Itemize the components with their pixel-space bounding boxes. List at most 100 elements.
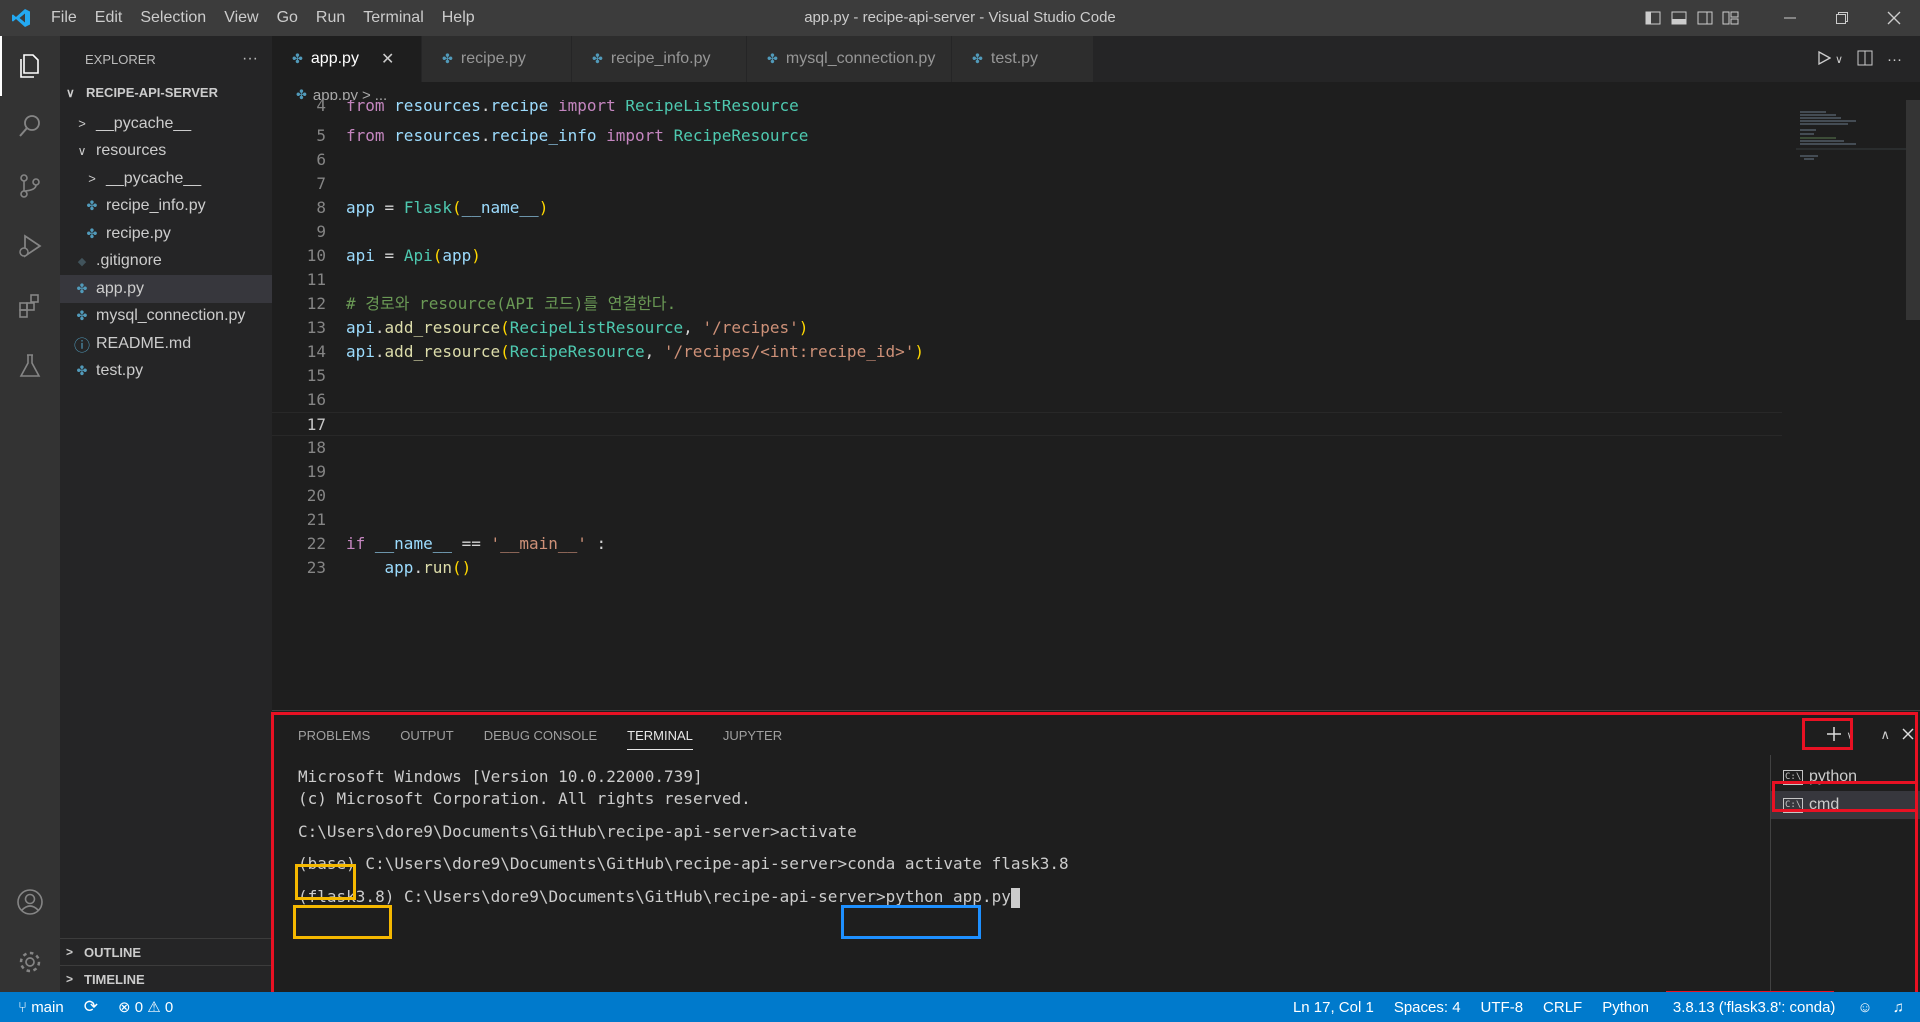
file-tree-item[interactable]: ◆ .gitignore	[60, 248, 272, 276]
testing-flask-icon[interactable]	[0, 336, 60, 396]
token: resources	[394, 100, 481, 115]
code-editor[interactable]: 4 from resources.recipe import RecipeList…	[272, 100, 1920, 710]
extensions-icon[interactable]	[0, 276, 60, 336]
token: Api	[403, 246, 433, 265]
toggle-primary-sidebar-icon[interactable]	[1640, 0, 1666, 36]
tab-mysql-connection-py[interactable]: ✤ mysql_connection.py	[747, 36, 952, 82]
branch-indicator[interactable]: ⑂ main	[18, 999, 64, 1016]
line-number: 21	[306, 510, 326, 529]
toggle-panel-icon[interactable]	[1666, 0, 1692, 36]
line-number: 4	[316, 100, 326, 115]
source-control-icon[interactable]	[0, 156, 60, 216]
title-bar: File Edit Selection View Go Run Terminal…	[0, 0, 1920, 36]
end-of-line[interactable]: CRLF	[1533, 999, 1592, 1016]
problems-indicator[interactable]: ⊗ 0 ⚠ 0	[118, 998, 173, 1016]
settings-gear-icon[interactable]	[0, 932, 60, 992]
indentation[interactable]: Spaces: 4	[1384, 999, 1471, 1016]
token: add_resource	[384, 342, 501, 361]
tab-recipe-info-py[interactable]: ✤ recipe_info.py	[572, 36, 747, 82]
token: from	[346, 100, 385, 115]
file-tree-item[interactable]: ✤ app.py	[60, 275, 272, 303]
code-line: 14 api.add_resource(RecipeResource, '/rec…	[272, 340, 1782, 364]
editor-scrollbar[interactable]	[1906, 100, 1920, 320]
python-file-icon: ✤	[76, 308, 88, 324]
warning-icon: ⚠	[147, 999, 161, 1016]
warning-count: 0	[164, 999, 174, 1016]
feedback-icon[interactable]: ☺	[1845, 999, 1884, 1016]
encoding[interactable]: UTF-8	[1471, 999, 1534, 1016]
token: from	[346, 126, 385, 145]
annotation-cmd-terminal-highlight	[1772, 781, 1918, 812]
menu-edit[interactable]: Edit	[86, 9, 132, 27]
more-actions-icon[interactable]: ···	[1887, 51, 1902, 68]
cursor-position[interactable]: Ln 17, Col 1	[1283, 999, 1384, 1016]
run-python-file-icon[interactable]	[1817, 50, 1832, 68]
menu-go[interactable]: Go	[268, 9, 307, 27]
run-debug-icon[interactable]	[0, 216, 60, 276]
file-tree-item[interactable]: ✤ mysql_connection.py	[60, 303, 272, 331]
menu-file[interactable]: File	[42, 9, 86, 27]
restore-icon[interactable]	[1816, 0, 1868, 36]
search-icon[interactable]	[0, 96, 60, 156]
gitignore-file-icon: ◆	[77, 255, 87, 268]
tab-test-py[interactable]: ✤ test.py	[952, 36, 1094, 82]
tab-label: app.py	[310, 50, 359, 67]
explorer-more-actions[interactable]: ···	[242, 50, 258, 68]
tab-recipe-py[interactable]: ✤ recipe.py	[422, 36, 572, 82]
notifications-bell-icon[interactable]: ♫	[1885, 999, 1920, 1016]
menu-view[interactable]: View	[215, 9, 267, 27]
menu-help[interactable]: Help	[433, 9, 484, 27]
file-tree: > __pycache__ ∨ resources > __pycache__ ✤ recip…	[60, 110, 272, 385]
file-tree-label: mysql_connection.py	[96, 307, 246, 325]
annotation-base-env-highlight	[295, 864, 356, 900]
python-interpreter[interactable]: 3.8.13 ('flask3.8': conda)	[1663, 999, 1846, 1016]
tab-app-py[interactable]: ✤ app.py ✕	[272, 36, 422, 82]
language-mode[interactable]: Python	[1592, 999, 1659, 1016]
accounts-icon[interactable]	[0, 872, 60, 932]
menu-run[interactable]: Run	[307, 9, 354, 27]
token: )	[538, 198, 549, 217]
workspace-root-folder[interactable]: ∨ RECIPE-API-SERVER	[60, 82, 272, 104]
code-line: 6	[272, 148, 1782, 172]
menu-selection[interactable]: Selection	[131, 9, 215, 27]
code-line: 5 from resources.recipe_info import Recip…	[272, 124, 1782, 148]
line-number: 15	[306, 366, 326, 385]
file-tree-item[interactable]: > __pycache__	[60, 165, 272, 193]
file-tree-item[interactable]: > __pycache__	[60, 110, 272, 138]
minimap[interactable]	[1796, 108, 1906, 168]
tab-label: recipe_info.py	[610, 50, 711, 67]
token: run	[423, 558, 452, 577]
close-tab-icon[interactable]: ✕	[381, 49, 394, 69]
file-tree-item[interactable]: ✤ recipe_info.py	[60, 193, 272, 221]
token: '/recipes'	[702, 318, 799, 337]
activity-bar	[0, 36, 60, 992]
timeline-section[interactable]: > TIMELINE	[60, 965, 272, 992]
code-line: 8 app = Flask(__name__)	[272, 196, 1782, 220]
file-tree-item[interactable]: ∨ resources	[60, 138, 272, 166]
line-number: 23	[306, 558, 326, 577]
explorer-sidebar: EXPLORER ··· ∨ RECIPE-API-SERVER > __pyca…	[60, 36, 272, 992]
toggle-secondary-sidebar-icon[interactable]	[1692, 0, 1718, 36]
file-tree-item[interactable]: ✤ recipe.py	[60, 220, 272, 248]
split-editor-icon[interactable]	[1857, 50, 1873, 69]
customize-layout-icon[interactable]	[1718, 0, 1744, 36]
line-number: 18	[306, 438, 326, 457]
file-tree-label: app.py	[96, 279, 145, 297]
run-dropdown-chevron-icon[interactable]: ∨	[1835, 53, 1843, 66]
minimize-icon[interactable]	[1764, 0, 1816, 36]
token: __name__	[374, 534, 452, 553]
code-line: 23 app.run()	[272, 556, 1782, 580]
explorer-icon[interactable]	[0, 36, 60, 96]
sync-icon[interactable]: ⟳	[84, 997, 98, 1017]
token: (	[432, 246, 443, 265]
current-code-line: 17	[272, 412, 1782, 436]
token: (	[451, 558, 462, 577]
outline-section[interactable]: > OUTLINE	[60, 938, 272, 965]
python-file-icon: ✤	[86, 225, 98, 241]
menu-terminal[interactable]: Terminal	[354, 9, 432, 27]
line-number: 17	[306, 415, 326, 434]
file-tree-item[interactable]: ✤ test.py	[60, 358, 272, 386]
file-tree-item[interactable]: ⓘ README.md	[60, 330, 272, 358]
code-line: 12 # 경로와 resource(API 코드)를 연결한다.	[272, 292, 1782, 316]
close-window-icon[interactable]	[1868, 0, 1920, 36]
